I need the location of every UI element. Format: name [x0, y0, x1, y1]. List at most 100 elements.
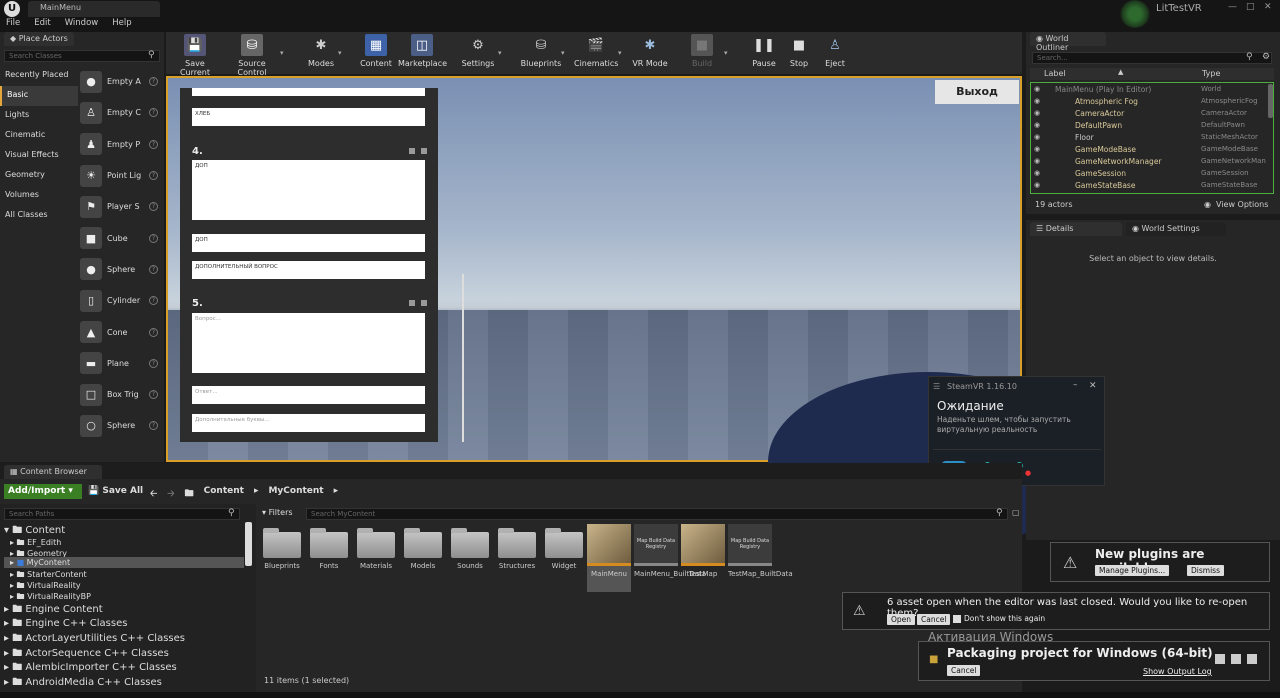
chevron-down-icon[interactable]: ▾	[618, 49, 622, 57]
actor-item[interactable]: ▲ Cone?	[80, 316, 162, 347]
chevron-down-icon[interactable]: ▾	[338, 49, 342, 57]
dismiss-button[interactable]: Dismiss	[1187, 565, 1224, 576]
search-icon[interactable]: ⚲	[1246, 52, 1253, 62]
tree-item-selected[interactable]: ▸ ■ MyContent	[4, 557, 244, 568]
menu-icon[interactable]: ☰	[933, 382, 940, 391]
search-icon[interactable]: ⚲	[228, 508, 235, 518]
save-all-button[interactable]: 💾 Save All	[88, 486, 143, 496]
breadcrumb-mycontent[interactable]: MyContent	[268, 486, 323, 502]
extra-input[interactable]: Дополнительные буквы...	[192, 414, 425, 432]
chevron-down-icon[interactable]: ▾	[724, 49, 728, 57]
folder-tile[interactable]: Widget	[542, 524, 586, 570]
search-icon[interactable]: ⚲	[148, 50, 155, 60]
modes-button[interactable]: ✱ Modes	[300, 34, 342, 69]
outliner-row[interactable]: ◉ GameNetworkManager GameNetworkMan	[1031, 155, 1273, 167]
actor-item[interactable]: □ Box Trig?	[80, 379, 162, 410]
visibility-eye-icon[interactable]: ◉	[1034, 109, 1044, 117]
help-icon[interactable]: ?	[149, 327, 158, 337]
visibility-eye-icon[interactable]: ◉	[1034, 181, 1044, 189]
actor-item[interactable]: ♟ Empty P?	[80, 129, 162, 160]
actor-item[interactable]: ♙ Empty C?	[80, 97, 162, 128]
category-visual-effects[interactable]: Visual Effects	[0, 146, 78, 166]
label-column-header[interactable]: Label	[1044, 69, 1066, 78]
category-recently-placed[interactable]: Recently Placed	[0, 66, 78, 86]
outliner-row[interactable]: ◉ Floor StaticMeshActor	[1031, 131, 1273, 143]
cinematics-button[interactable]: 🎬 Cinematics	[574, 34, 618, 69]
vr-mode-button[interactable]: ✱ VR Mode	[630, 34, 670, 69]
cancel-button[interactable]: Cancel	[917, 614, 951, 625]
question-input[interactable]: ДОП	[192, 160, 425, 220]
folder-tile[interactable]: Materials	[354, 524, 398, 570]
visibility-eye-icon[interactable]: ◉	[1034, 169, 1044, 177]
dont-show-checkbox[interactable]	[953, 615, 961, 623]
outliner-row[interactable]: ◉ CameraActor CameraActor	[1031, 107, 1273, 119]
build-button[interactable]: ■ Build	[682, 34, 722, 68]
category-lights[interactable]: Lights	[0, 106, 78, 126]
maximize-icon[interactable]: □	[1246, 2, 1258, 12]
menu-edit[interactable]: Edit	[34, 18, 50, 28]
details-tab[interactable]: ☰ Details	[1030, 222, 1122, 236]
level-viewport[interactable]: Выход ХЛЕБ 4. ДОП ДОП ДОПОЛНИТЕЛЬНЫЙ ВОП…	[166, 76, 1088, 552]
answer-input[interactable]: ДОП	[192, 234, 425, 252]
stop-button[interactable]: ■ Stop	[782, 34, 816, 69]
outliner-row[interactable]: ◉ DefaultPawn DefaultPawn	[1031, 119, 1273, 131]
search-classes-input[interactable]: Search Classes	[4, 50, 160, 62]
extra-input[interactable]: ДОПОЛНИТЕЛЬНЫЙ ВОПРОС	[192, 261, 425, 279]
form-field-top[interactable]	[192, 88, 425, 96]
source-control-button[interactable]: ⛁ Source Control	[224, 34, 280, 77]
chevron-down-icon[interactable]: ▾	[280, 49, 284, 57]
visibility-eye-icon[interactable]: ◉	[1034, 85, 1044, 93]
actor-item[interactable]: ■ Cube?	[80, 222, 162, 253]
help-icon[interactable]: ?	[149, 139, 158, 149]
level-tab[interactable]: MainMenu	[28, 1, 160, 17]
world-outliner-tab[interactable]: ◉ World Outliner	[1030, 32, 1106, 52]
tree-item[interactable]: ▸ 🖿 AndroidMedia C++ Classes	[4, 675, 162, 692]
outliner-row[interactable]: ◉ GameStateBase GameStateBase	[1031, 179, 1273, 191]
visibility-eye-icon[interactable]: ◉	[1034, 133, 1044, 141]
menu-file[interactable]: File	[6, 18, 20, 28]
asset-tile-selected[interactable]: MainMenu	[587, 524, 631, 592]
actor-item[interactable]: ● Empty A?	[80, 66, 162, 97]
category-geometry[interactable]: Geometry	[0, 166, 78, 186]
answer-input[interactable]: Ответ...	[192, 386, 425, 404]
help-icon[interactable]: ?	[149, 421, 158, 431]
blueprints-button[interactable]: ⛁ Blueprints	[520, 34, 562, 69]
close-icon[interactable]: ✕	[1264, 2, 1276, 12]
help-icon[interactable]: ?	[149, 358, 158, 368]
settings-button[interactable]: ⚙ Settings	[458, 34, 498, 69]
content-button[interactable]: ▦ Content	[356, 34, 396, 68]
actor-item[interactable]: ▬ Plane?	[80, 348, 162, 379]
place-actors-tab[interactable]: ◆ Place Actors	[4, 32, 74, 46]
menu-window[interactable]: Window	[65, 18, 99, 28]
show-output-log-link[interactable]: Show Output Log	[1143, 667, 1212, 676]
copy-icon[interactable]	[409, 148, 415, 154]
world-settings-tab[interactable]: ◉ World Settings	[1126, 222, 1226, 236]
help-icon[interactable]: ?	[149, 202, 158, 212]
open-button[interactable]: Open	[887, 614, 916, 625]
marketplace-button[interactable]: ◫ Marketplace	[398, 34, 447, 68]
actor-item[interactable]: ▯ Cylinder?	[80, 285, 162, 316]
folder-tile[interactable]: Sounds	[448, 524, 492, 570]
question-input[interactable]: Вопрос...	[192, 313, 425, 373]
folder-tile[interactable]: Structures	[495, 524, 539, 570]
actor-item[interactable]: ⚑ Player S?	[80, 191, 162, 222]
copy-icon[interactable]	[409, 300, 415, 306]
outliner-row[interactable]: ◉ Atmospheric Fog AtmosphericFog	[1031, 95, 1273, 107]
path-tree-scrollbar[interactable]	[245, 522, 252, 566]
search-mycontent-input[interactable]: Search MyContent	[306, 508, 1008, 520]
chevron-down-icon[interactable]: ▾	[561, 49, 565, 57]
help-icon[interactable]: ?	[149, 233, 158, 243]
pause-button[interactable]: ❚❚ Pause	[746, 34, 782, 69]
search-paths-input[interactable]: Search Paths	[4, 508, 240, 520]
back-icon[interactable]: 🡠	[150, 486, 157, 502]
actor-item[interactable]: ☀ Point Lig?	[80, 160, 162, 191]
eject-button[interactable]: ♙ Eject	[818, 34, 852, 69]
folder-tile[interactable]: Fonts	[307, 524, 351, 570]
chevron-right-icon[interactable]: ▸	[334, 486, 339, 502]
visibility-eye-icon[interactable]: ◉	[1034, 97, 1044, 105]
lock-icon[interactable]: ▢	[1012, 508, 1020, 517]
minimize-icon[interactable]: –	[1073, 380, 1078, 390]
outliner-settings-icon[interactable]: ⚙	[1262, 52, 1270, 62]
help-icon[interactable]: ?	[149, 77, 158, 87]
add-import-button[interactable]: Add/Import ▾	[4, 484, 82, 499]
